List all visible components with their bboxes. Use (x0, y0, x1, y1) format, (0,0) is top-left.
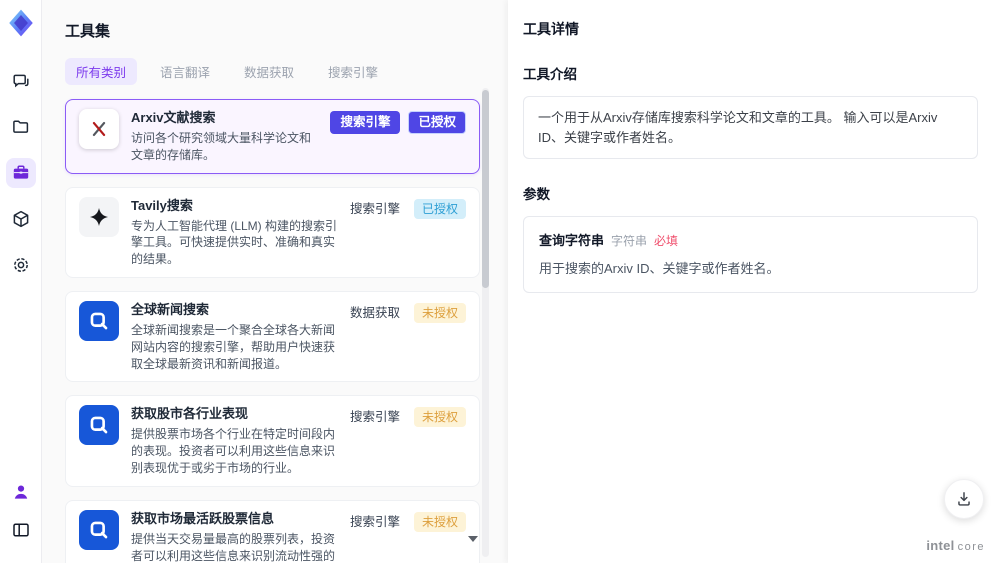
sidebar-item-collapse[interactable] (6, 515, 36, 545)
sidebar-bottom (6, 477, 36, 553)
tool-card-sector-performance[interactable]: 获取股市各行业表现 提供股票市场各个行业在特定时间段内的表现。投资者可以利用这些… (65, 395, 480, 487)
sidebar-item-files[interactable] (6, 112, 36, 142)
sidebar-item-chat[interactable] (6, 66, 36, 96)
tool-status-badge[interactable]: 已授权 (408, 111, 466, 134)
search-logo-icon (79, 405, 119, 446)
tool-card-arxiv[interactable]: Arxiv文献搜索 访问各个研究领域大量科学论文和文章的存储库。 搜索引擎 已授… (65, 99, 480, 174)
user-icon (14, 485, 27, 499)
sidebar-item-tools[interactable] (5, 158, 36, 188)
scroll-down-arrow-icon (468, 536, 478, 542)
tool-description: 提供当天交易量最高的股票列表，投资者可以利用这些信息来识别流动性强的股票和潜在的… (131, 531, 336, 563)
tool-status-badge: 未授权 (413, 407, 466, 428)
params-heading: 参数 (523, 187, 550, 202)
sidebar-item-profile[interactable] (6, 477, 36, 507)
list-scrollbar-thumb[interactable] (482, 90, 489, 288)
tool-description: 全球新闻搜索是一个聚合全球各大新闻网站内容的搜索引擎，帮助用户快速获取全球最新资… (131, 322, 336, 371)
tool-category-badge[interactable]: 搜索引擎 (330, 111, 401, 134)
tab-search-engine[interactable]: 搜索引擎 (317, 58, 389, 85)
param-type: 字符串 (611, 234, 648, 248)
chat-icon (12, 74, 29, 88)
tab-data-fetch[interactable]: 数据获取 (233, 58, 305, 85)
list-scrollbar-track[interactable] (482, 88, 489, 557)
intro-heading: 工具介绍 (523, 67, 577, 82)
param-card: 查询字符串 字符串 必填 用于搜索的Arxiv ID、关键字或作者姓名。 (523, 216, 978, 293)
tool-name: Tavily搜索 (131, 197, 193, 213)
tool-status-badge: 已授权 (413, 198, 466, 219)
tools-list-panel: 工具集 所有类别 语言翻译 数据获取 搜索引擎 Arxiv文献搜索 访问各个研究… (42, 0, 508, 563)
app-logo-icon (6, 8, 36, 38)
app-window: 工具集 所有类别 语言翻译 数据获取 搜索引擎 Arxiv文献搜索 访问各个研究… (0, 0, 1000, 563)
details-title: 工具详情 (523, 21, 579, 37)
tool-card-global-news[interactable]: 全球新闻搜索 全球新闻搜索是一个聚合全球各大新闻网站内容的搜索引擎，帮助用户快速… (65, 290, 480, 383)
tab-all-categories[interactable]: 所有类别 (65, 58, 138, 85)
cube-icon (13, 210, 28, 228)
page-title: 工具集 (65, 23, 111, 40)
sidebar-item-settings[interactable] (6, 250, 36, 280)
panel-layout-icon (12, 523, 29, 537)
sidebar-item-models[interactable] (6, 204, 36, 234)
tab-translation[interactable]: 语言翻译 (149, 58, 221, 85)
toolbox-icon (13, 165, 28, 179)
app-sidebar (0, 0, 42, 563)
tool-card-tavily[interactable]: Tavily搜索 专为人工智能代理 (LLM) 构建的搜索引擎工具。可快速提供实… (65, 186, 480, 278)
category-tabs: 所有类别 语言翻译 数据获取 搜索引擎 (65, 58, 480, 85)
tool-description: 访问各个研究领域大量科学论文和文章的存储库。 (131, 131, 312, 162)
tool-intro-text: 一个用于从Arxiv存储库搜索科学论文和文章的工具。 输入可以是Arxiv ID… (523, 96, 978, 159)
folder-icon (12, 120, 28, 133)
tool-category-label: 搜索引擎 (349, 410, 400, 425)
tool-category-label: 搜索引擎 (349, 514, 400, 529)
search-logo-icon (79, 300, 119, 341)
tool-name: Arxiv文献搜索 (131, 110, 216, 125)
gear-icon (13, 258, 28, 272)
param-name: 查询字符串 (539, 233, 605, 248)
download-button[interactable] (944, 479, 984, 519)
download-icon (958, 492, 970, 506)
tool-card-active-stocks[interactable]: 获取市场最活跃股票信息 提供当天交易量最高的股票列表，投资者可以利用这些信息来识… (65, 499, 480, 563)
tavily-star-icon (79, 196, 119, 237)
param-required-badge: 必填 (654, 234, 679, 248)
intel-core-logo: intel core (926, 538, 985, 553)
tool-card-list: Arxiv文献搜索 访问各个研究领域大量科学论文和文章的存储库。 搜索引擎 已授… (65, 99, 480, 563)
sidebar-nav (5, 66, 36, 296)
tool-name: 全球新闻搜索 (131, 301, 210, 317)
param-description: 用于搜索的Arxiv ID、关键字或作者姓名。 (539, 261, 780, 276)
tool-status-badge: 未授权 (413, 511, 466, 532)
tool-description: 专为人工智能代理 (LLM) 构建的搜索引擎工具。可快速提供实时、准确和真实的结… (131, 218, 338, 267)
tool-details-panel: 工具详情 工具介绍 一个用于从Arxiv存储库搜索科学论文和文章的工具。 输入可… (508, 0, 1000, 563)
tool-category-label: 搜索引擎 (349, 201, 400, 216)
arxiv-icon (79, 109, 119, 149)
search-logo-icon (79, 509, 119, 550)
tool-status-badge: 未授权 (413, 302, 466, 323)
tool-name: 获取市场最活跃股票信息 (131, 510, 275, 526)
tool-description: 提供股票市场各个行业在特定时间段内的表现。投资者可以利用这些信息来识别表现优于或… (131, 427, 336, 475)
tool-category-label: 数据获取 (349, 305, 400, 320)
tool-name: 获取股市各行业表现 (131, 406, 249, 422)
